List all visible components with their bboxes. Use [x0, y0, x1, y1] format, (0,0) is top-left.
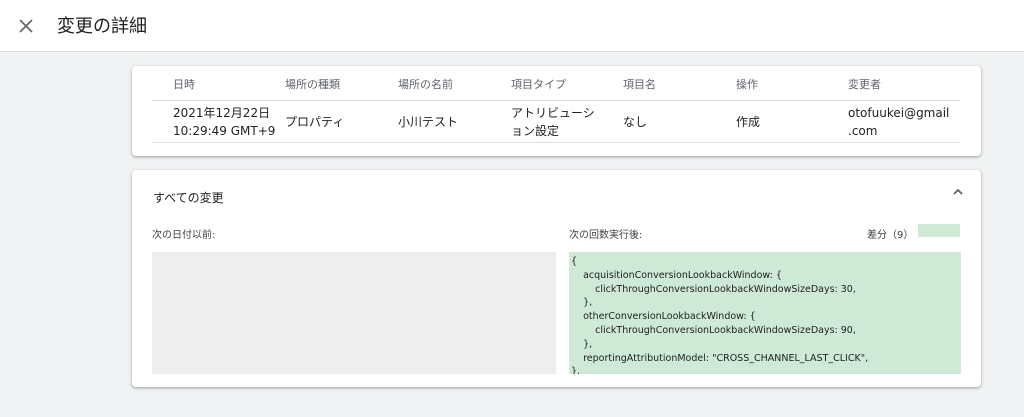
- cell-operation: 作成: [736, 115, 761, 129]
- cell-item-type-line2: ョン設定: [511, 124, 560, 138]
- before-pane: [152, 252, 556, 374]
- after-pane: { acquisitionConversionLookbackWindow: {…: [569, 252, 961, 374]
- column-header-changed-by: 変更者: [848, 78, 881, 91]
- cell-location-type: プロパティ: [285, 115, 345, 129]
- code-line: reportingAttributionModel: "CROSS_CHANNE…: [571, 352, 869, 364]
- cell-item-name: なし: [623, 115, 648, 129]
- code-line: clickThroughConversionLookbackWindowSize…: [571, 283, 856, 295]
- code-line: },: [571, 297, 593, 309]
- close-button[interactable]: [14, 14, 38, 38]
- column-header-operation: 操作: [736, 78, 758, 91]
- cell-datetime: 2021年12月22日 10:29:49 GMT+9: [173, 104, 275, 140]
- cell-changed-by-line2: .com: [848, 124, 878, 138]
- column-header-location-type: 場所の種類: [285, 78, 340, 91]
- cell-item-type-line1: アトリビューシ: [511, 106, 595, 120]
- code-line: otherConversionLookbackWindow: {: [571, 311, 756, 323]
- all-changes-panel: すべての変更 次の日付以前: 次の回数実行後: 差分（9） { acquisit…: [132, 170, 981, 387]
- change-history-table: 日時 場所の種類 場所の名前 項目タイプ 項目名 操作 変更者 2021年12月…: [132, 66, 981, 156]
- code-line: {: [571, 256, 578, 267]
- cell-datetime-date: 2021年12月22日: [173, 106, 271, 120]
- chevron-up-icon[interactable]: [950, 184, 966, 200]
- section-title: すべての変更: [153, 191, 224, 205]
- cell-changed-by: otofuukei@gmail .com: [848, 104, 949, 140]
- code-line: clickThroughConversionLookbackWindowSize…: [571, 324, 856, 336]
- diff-color-swatch: [918, 224, 960, 237]
- row-divider: [152, 142, 960, 143]
- page-header: 変更の詳細: [0, 0, 1024, 52]
- header-divider: [152, 100, 960, 101]
- cell-item-type: アトリビューシ ョン設定: [511, 104, 595, 140]
- cell-location-name: 小川テスト: [398, 115, 459, 129]
- cell-datetime-time: 10:29:49 GMT+9: [173, 124, 276, 138]
- cell-changed-by-line1: otofuukei@gmail: [848, 106, 950, 120]
- code-line: },: [571, 338, 593, 350]
- code-line: acquisitionConversionLookbackWindow: {: [571, 269, 782, 281]
- code-line: },: [571, 366, 581, 374]
- close-icon: [19, 19, 33, 33]
- after-label: 次の回数実行後:: [569, 230, 643, 241]
- page-title: 変更の詳細: [57, 16, 147, 37]
- before-label: 次の日付以前:: [152, 230, 216, 241]
- column-header-location-name: 場所の名前: [398, 78, 453, 91]
- column-header-item-name: 項目名: [623, 78, 656, 91]
- column-header-item-type: 項目タイプ: [511, 78, 566, 91]
- column-header-datetime: 日時: [173, 78, 195, 91]
- diff-count-label: 差分（9）: [867, 230, 914, 241]
